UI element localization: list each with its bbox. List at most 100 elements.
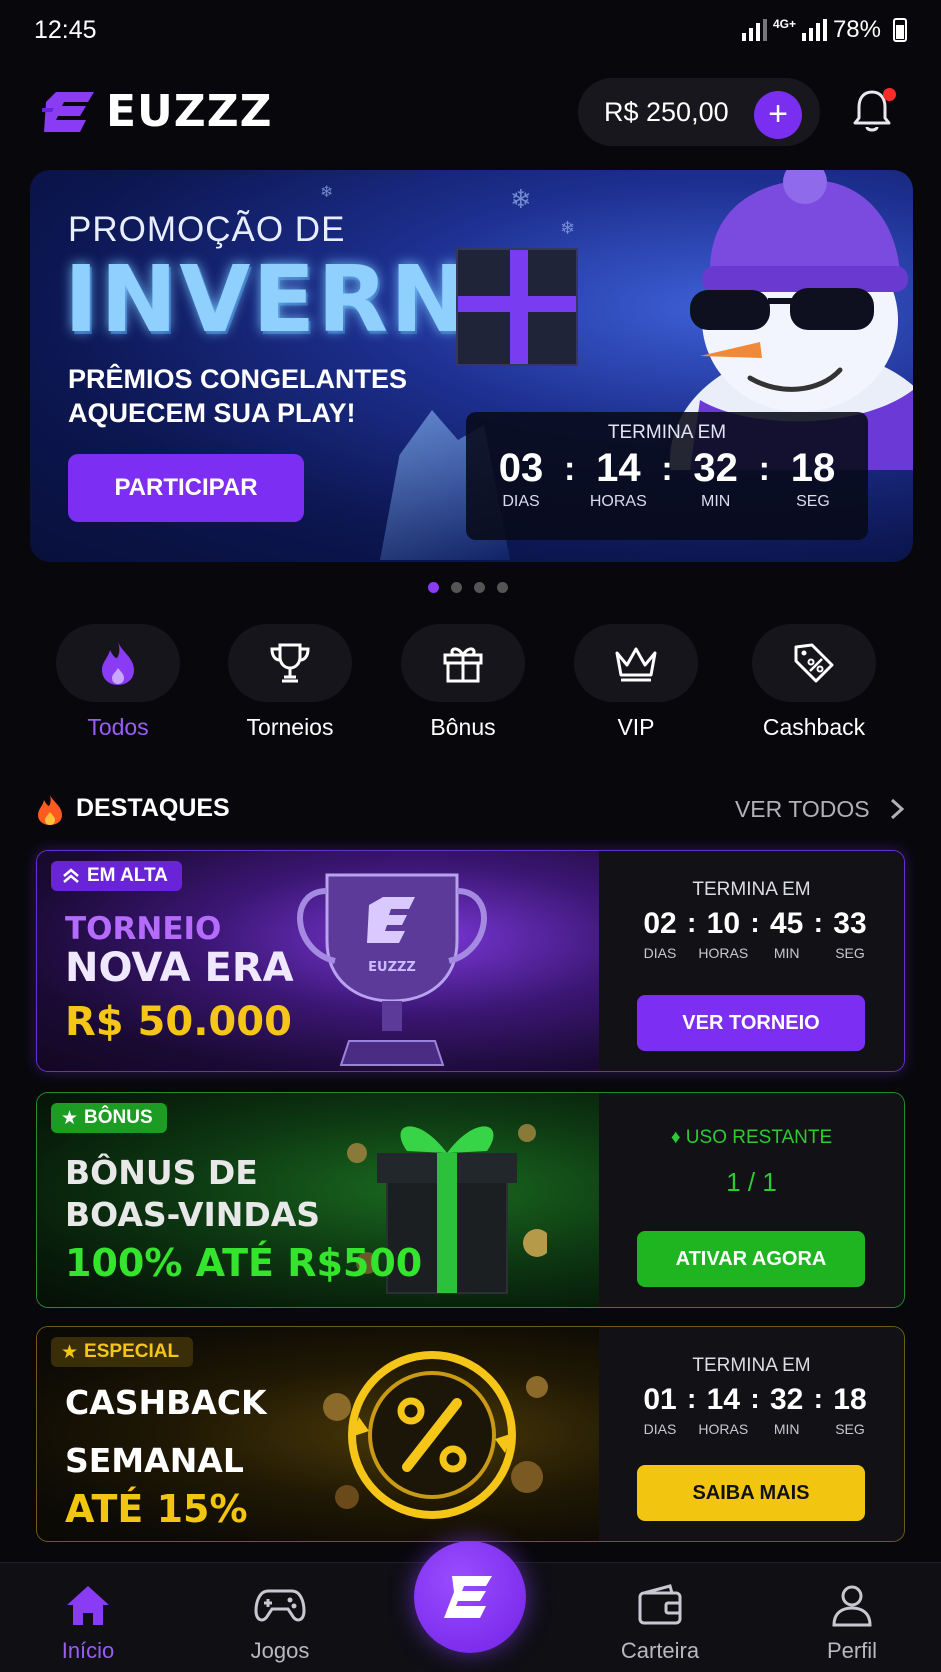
see-all-link[interactable]: VER TODOS — [735, 796, 906, 823]
countdown-value: 01 — [643, 1383, 677, 1416]
brand-e-icon — [444, 1576, 492, 1618]
badge-label: EM ALTA — [87, 865, 168, 886]
category-label: Cashback — [762, 714, 866, 740]
category-torneios[interactable]: Torneios — [220, 624, 360, 741]
status-indicators: 4G+ 78% — [741, 16, 907, 44]
brand-name: EUZZZ — [106, 86, 273, 137]
participate-button[interactable]: PARTICIPAR — [68, 454, 304, 522]
cashback-card[interactable]: ★ ESPECIAL CASHBACK SEMANAL ATÉ 15% TERM… — [36, 1326, 905, 1542]
countdown-minutes: 32 MIN — [679, 446, 753, 511]
battery-icon — [893, 18, 907, 42]
activate-bonus-button[interactable]: ATIVAR AGORA — [637, 1231, 865, 1287]
trophy-illustration: EUZZZ — [297, 873, 487, 1066]
bonus-offer: 100% ATÉ R$500 — [65, 1241, 423, 1285]
countdown-label: TERMINA EM — [607, 422, 727, 443]
countdown-unit: DIAS — [643, 945, 677, 961]
countdown-value: 32 — [769, 1383, 804, 1416]
badge-label: ESPECIAL — [84, 1341, 180, 1362]
view-tournament-button[interactable]: VER TORNEIO — [637, 995, 865, 1051]
snowflake-icon: ❄ — [320, 184, 334, 201]
banner-subtitle-line2: AQUECEM SUA PLAY! — [68, 398, 356, 428]
cashback-percent-illustration — [323, 1351, 548, 1519]
countdown-unit: SEG — [835, 1421, 865, 1437]
bonus-card[interactable]: ★ BÔNUS BÔNUS DE BOAS-VINDAS 100% ATÉ R$… — [36, 1092, 905, 1308]
balance-pill[interactable]: R$ 250,00 + — [578, 78, 820, 146]
flame-icon — [102, 642, 134, 685]
countdown-value: 45 — [769, 907, 804, 940]
countdown-unit: DIAS — [643, 1421, 677, 1437]
countdown-value: 32 — [693, 446, 738, 490]
wallet-icon — [638, 1584, 682, 1625]
category-todos[interactable]: Todos — [42, 624, 202, 784]
gift-box-art — [456, 248, 578, 366]
nav-label: Jogos — [250, 1638, 310, 1663]
cashback-side-panel: TERMINA EM 01 DIAS : 14 HORAS : 32 MIN : 18… — [599, 1327, 904, 1541]
category-label: Bônus — [430, 714, 496, 740]
bonus-art: ★ BÔNUS BÔNUS DE BOAS-VINDAS 100% ATÉ R$… — [37, 1093, 599, 1307]
countdown-value: 18 — [833, 1383, 867, 1416]
svg-text:EUZZZ: EUZZZ — [368, 960, 416, 975]
category-cashback[interactable]: Cashback — [744, 624, 884, 741]
brand-logo[interactable]: EUZZZ — [42, 86, 273, 137]
star-icon: ★ — [61, 1107, 79, 1129]
carousel-dot[interactable] — [451, 582, 462, 593]
countdown-unit: HORAS — [698, 945, 749, 961]
bottom-navigation: Início Jogos Carteira Perfil — [0, 1541, 941, 1672]
status-bar: 12:45 4G+ 78% — [0, 0, 941, 60]
carousel-dot[interactable] — [497, 582, 508, 593]
nav-inicio[interactable]: Início — [28, 1583, 148, 1664]
countdown-value: 14 — [596, 446, 641, 490]
countdown-unit: MIN — [773, 1421, 800, 1437]
bonus-line1: BÔNUS DE — [65, 1153, 258, 1192]
nav-perfil[interactable]: Perfil — [792, 1583, 912, 1664]
category-bonus[interactable]: Bônus — [393, 624, 533, 741]
countdown-days: 03 DIAS — [484, 446, 558, 511]
learn-more-button[interactable]: SAIBA MAIS — [637, 1465, 865, 1521]
signal-icon — [741, 19, 767, 41]
add-funds-button[interactable]: + — [754, 91, 802, 139]
home-brand-button[interactable] — [414, 1541, 526, 1653]
countdown-value: 03 — [498, 446, 544, 490]
countdown-separator: : — [661, 450, 673, 488]
battery-percent: 78% — [832, 16, 881, 43]
countdown-separator: : — [564, 450, 576, 488]
banner-subtitle-line1: PRÊMIOS CONGELANTES — [68, 364, 408, 394]
home-icon — [67, 1586, 109, 1625]
carousel-dot[interactable] — [428, 582, 439, 593]
status-time: 12:45 — [34, 15, 97, 44]
carousel-dot[interactable] — [474, 582, 485, 593]
countdown-unit: HORAS — [589, 493, 647, 510]
trending-badge: EM ALTA — [51, 861, 182, 891]
promo-banner[interactable]: ❄ ❄ ❄ PROMOÇÃO DE INVERNO PRÊMIOS CONGEL… — [30, 170, 913, 562]
notifications-button[interactable] — [852, 88, 896, 136]
countdown-hours: 14 HORAS — [581, 446, 655, 511]
balance-amount: R$ 250,00 — [604, 96, 729, 127]
usage-label-row: ♦ USO RESTANTE — [599, 1127, 904, 1149]
tournament-prize: R$ 50.000 — [65, 999, 292, 1045]
chevron-right-icon — [890, 798, 905, 820]
countdown-unit: MIN — [773, 945, 800, 961]
countdown-label: TERMINA EM — [692, 879, 811, 900]
countdown-value: 14 — [706, 1383, 741, 1416]
nav-carteira[interactable]: Carteira — [600, 1583, 720, 1664]
carousel-indicators — [428, 582, 508, 593]
network-type: 4G+ — [772, 17, 796, 31]
countdown-value: 33 — [833, 907, 867, 940]
tournament-line1: TORNEIO — [65, 911, 222, 947]
category-label: Torneios — [246, 714, 334, 740]
snowflake-icon: ❄ — [510, 184, 532, 214]
category-vip[interactable]: VIP — [566, 624, 706, 741]
countdown-label: TERMINA EM — [692, 1355, 811, 1376]
usage-label: USO RESTANTE — [685, 1127, 833, 1148]
nav-jogos[interactable]: Jogos — [220, 1583, 340, 1664]
usage-value: 1 / 1 — [726, 1167, 777, 1197]
special-badge: ★ ESPECIAL — [51, 1337, 194, 1367]
countdown-unit: HORAS — [698, 1421, 749, 1437]
banner-pretitle: PROMOÇÃO DE — [68, 210, 346, 249]
nav-label: Início — [61, 1638, 115, 1663]
tournament-card[interactable]: EUZZZ EM ALTA TORNEIO NOVA ERA R$ 50.000… — [36, 850, 905, 1072]
banner-subtitle: PRÊMIOS CONGELANTES AQUECEM SUA PLAY! — [68, 362, 428, 430]
nav-label: Perfil — [826, 1638, 878, 1663]
crown-icon — [615, 647, 657, 682]
see-all-label: VER TODOS — [734, 796, 870, 822]
